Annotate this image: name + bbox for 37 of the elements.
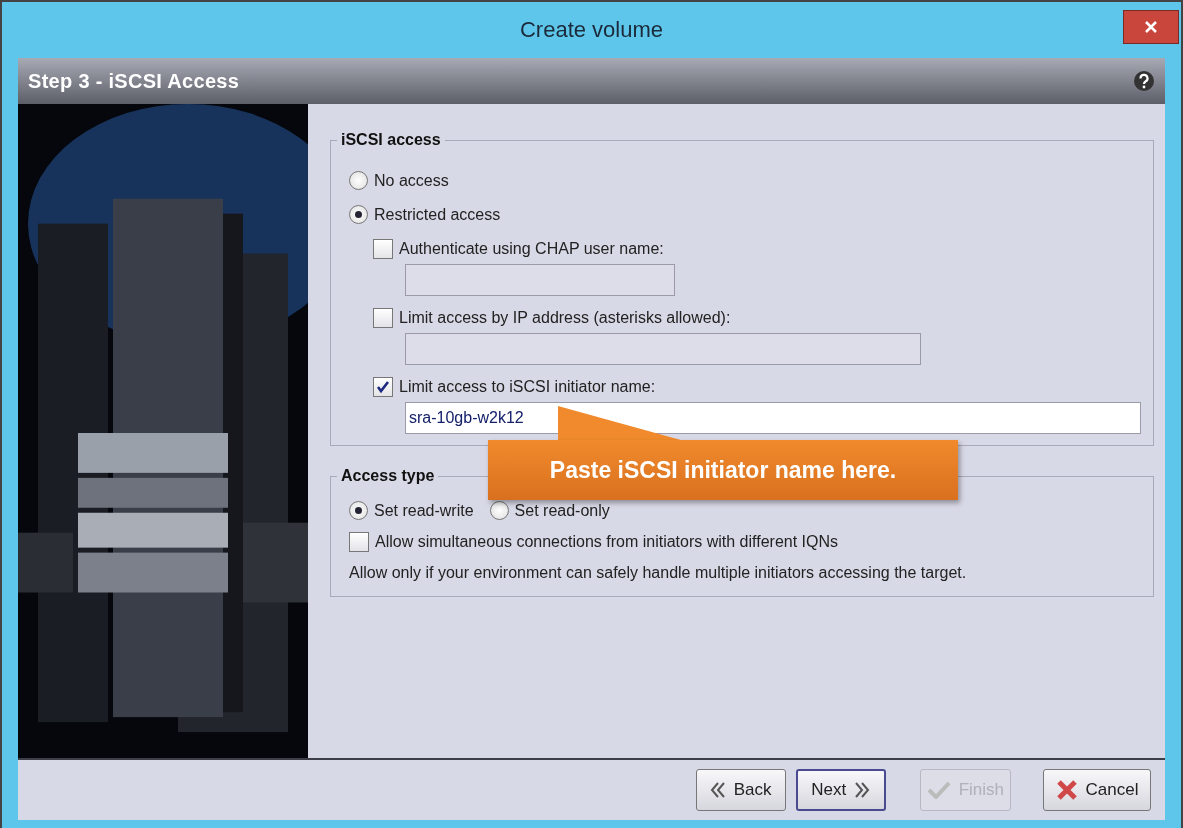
checkbox[interactable] [373,239,393,259]
note-text: Allow only if your environment can safely handle multiple initiators accessing the target. [349,564,968,582]
wizard-button[interactable]: Next [795,769,886,811]
radio-button[interactable] [349,501,368,520]
callout: Paste iSCSI initiator name here. [488,440,958,500]
help-icon[interactable] [1133,70,1155,92]
group-title: Access type [337,467,439,485]
checkbox-label: Limit access by IP address (asterisks allowed): [399,309,731,327]
input-field[interactable]: sra-10gb-w2k12 [405,402,1141,434]
double-right-chevron-icon [854,781,871,799]
close-icon [1145,21,1157,33]
wizard-button[interactable]: Back [695,769,786,811]
wizard-button[interactable]: Cancel [1043,769,1151,811]
check-icon [926,781,951,799]
window-title: Create volume [519,17,664,43]
checkbox-label: Authenticate using CHAP user name: [399,240,664,258]
radio-label: Set read-only [514,501,610,520]
close-icon [1055,779,1078,801]
radio-label: Set read-write [374,501,474,520]
checkbox-label: Allow simultaneous connections from initiators with different IQNs [375,533,838,551]
radio-button[interactable] [489,501,509,520]
radio-dot [355,507,362,514]
radio-button[interactable] [349,205,368,224]
radio-label: Restricted access [374,205,501,224]
radio-dot [355,211,362,218]
close-button[interactable] [1123,10,1179,44]
checkbox[interactable] [349,532,369,552]
step-title: Step 3 - iSCSI Access [28,69,240,93]
radio-button[interactable] [349,171,368,190]
double-left-chevron-icon [709,781,726,799]
checkbox-label: Limit access to iSCSI initiator name: [399,378,656,396]
input-field[interactable] [405,333,921,365]
check-icon [376,380,390,394]
radio-label: No access [374,171,449,190]
checkbox[interactable] [373,377,393,397]
input-field[interactable] [405,264,675,296]
checkbox[interactable] [373,308,393,328]
